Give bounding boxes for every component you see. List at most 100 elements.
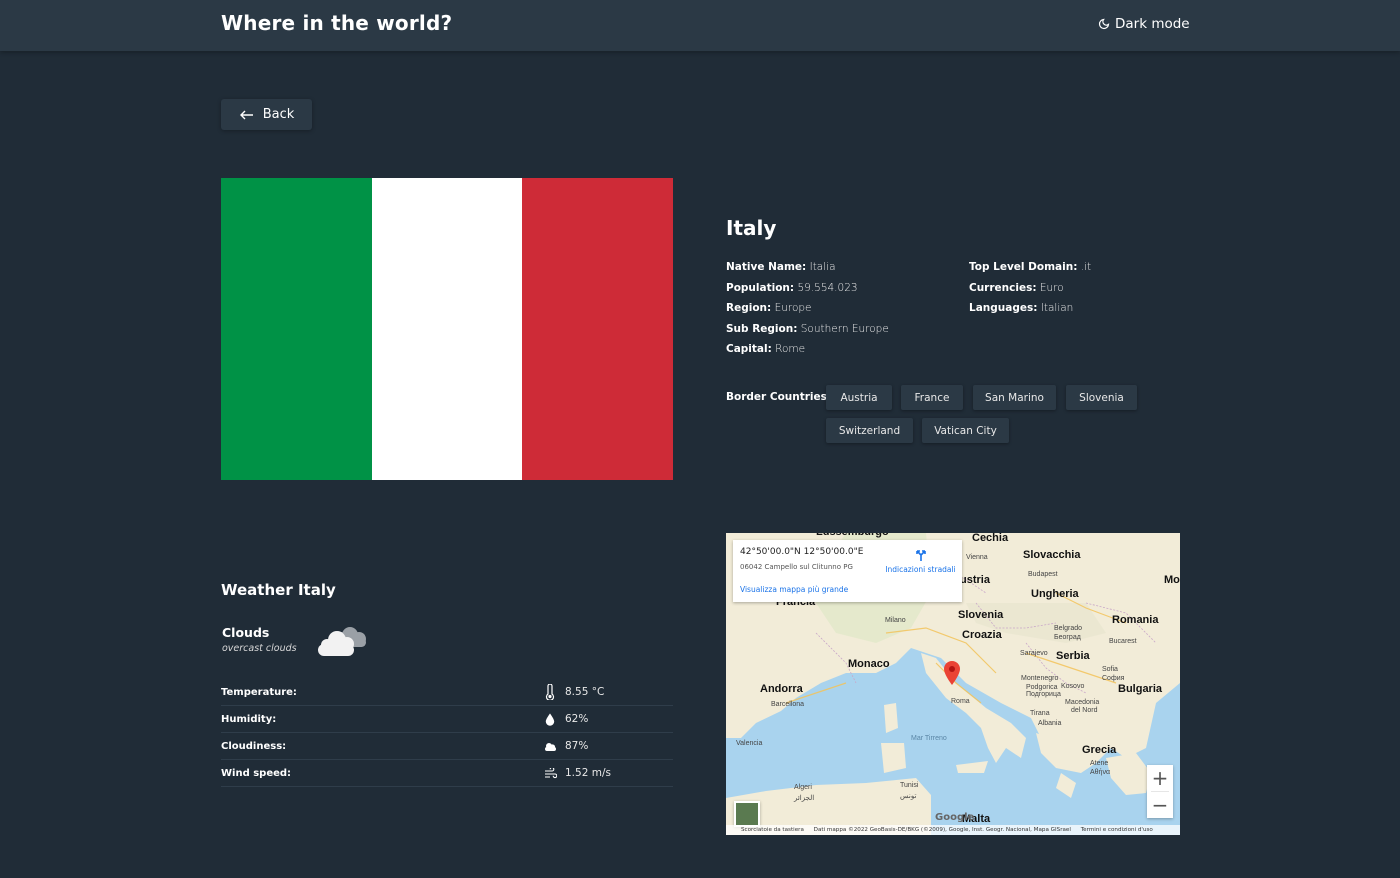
map-place-label: ustria (960, 574, 990, 586)
map-place-label: الجزائر (794, 795, 815, 802)
map-place-label: Αθήνα (1090, 769, 1111, 776)
zoom-out-button[interactable]: − (1147, 792, 1173, 818)
flag-stripe-red (522, 178, 674, 480)
map-info-window: 42°50'00.0"N 12°50'00.0"E 06042 Campello… (733, 540, 962, 602)
map-location-pin-icon[interactable] (944, 661, 960, 685)
weather-main: Clouds (222, 625, 270, 640)
flag-stripe-white (371, 178, 523, 480)
app-header: Where in the world? Dark mode (0, 0, 1400, 51)
map-place-label: Mo (1164, 574, 1180, 586)
back-button-label: Back (262, 107, 295, 122)
map-zoom-controls: + − (1147, 765, 1173, 818)
map-place-label: София (1102, 675, 1125, 682)
map-place-label: Grecia (1082, 744, 1117, 756)
weather-value: 87% (565, 740, 589, 752)
map-place-label: Mar Tirreno (911, 735, 947, 742)
map-place-label: Valencia (736, 740, 763, 747)
google-map[interactable]: Lussemburgo Cechia Vienna Slovacchia Budapes… (726, 533, 1180, 835)
dark-mode-label: Dark mode (1115, 16, 1190, 32)
map-place-label: Београд (1054, 634, 1081, 641)
map-place-label: Croazia (962, 629, 1002, 641)
country-details-left: Native Name: Italia Population: 59.554.0… (726, 257, 889, 360)
map-place-label: Slovacchia (1023, 549, 1081, 561)
map-attribution: Scorciatoie da tastiera Dati mappa ©2022… (726, 825, 1180, 835)
map-place-label: Albania (1038, 720, 1062, 727)
detail-sub-region: Sub Region: Southern Europe (726, 322, 889, 335)
border-country-button[interactable]: France (901, 385, 963, 410)
detail-native-name: Native Name: Italia (726, 261, 836, 273)
map-place-label: Bulgaria (1118, 683, 1163, 695)
map-place-label: Belgrado (1054, 625, 1083, 632)
weather-row-temperature: Temperature: 8.55 °C (221, 679, 673, 706)
map-place-label: Podgorica (1026, 684, 1058, 691)
overcast-clouds-icon (318, 627, 366, 656)
thermometer-icon (543, 684, 557, 700)
border-country-button[interactable]: Switzerland (826, 418, 913, 443)
map-type-toggle[interactable] (734, 801, 760, 827)
moon-icon (1098, 18, 1110, 30)
weather-value: 62% (565, 713, 589, 725)
map-address: 06042 Campello sul Clitunno PG (740, 563, 853, 571)
directions-link[interactable]: Indicazioni stradali (883, 548, 958, 574)
map-place-label: del Nord (1071, 707, 1098, 714)
map-place-label: Vienna (966, 554, 988, 561)
map-place-label: Kosovo (1061, 683, 1085, 690)
map-coordinates: 42°50'00.0"N 12°50'00.0"E (740, 547, 864, 557)
country-flag (221, 178, 674, 480)
detail-population: Population: 59.554.023 (726, 281, 858, 294)
flag-stripe-green (221, 178, 372, 480)
keyboard-shortcuts-link[interactable]: Scorciatoie da tastiera (741, 827, 804, 833)
map-place-label: Serbia (1056, 650, 1090, 662)
view-larger-map-link[interactable]: Visualizza mappa più grande (740, 585, 848, 594)
detail-currencies: Currencies: Euro (969, 281, 1064, 294)
weather-title: Weather Italy (221, 581, 336, 599)
border-country-button[interactable]: Slovenia (1066, 385, 1137, 410)
map-place-label: Montenegro (1021, 675, 1059, 682)
border-countries-label: Border Countries: (726, 391, 832, 403)
border-country-button[interactable]: Vatican City (922, 418, 1009, 443)
map-place-label: Sofia (1102, 666, 1118, 673)
detail-capital: Capital: Rome (726, 343, 806, 356)
map-data-credit: Dati mappa ©2022 GeoBasis-DE/BKG (©2009)… (813, 827, 1071, 833)
weather-label: Wind speed: (221, 768, 292, 779)
terms-link[interactable]: Termini e condizioni d'uso (1081, 827, 1153, 833)
country-details-right: Top Level Domain: .it Currencies: Euro L… (969, 257, 1091, 319)
map-place-label: Algeri (794, 784, 812, 791)
directions-label: Indicazioni stradali (885, 565, 956, 574)
droplet-icon (543, 711, 557, 727)
zoom-in-button[interactable]: + (1147, 765, 1173, 791)
border-country-button[interactable]: San Marino (973, 385, 1056, 410)
detail-top-level-domain: Top Level Domain: .it (969, 261, 1092, 273)
map-place-label: Slovenia (958, 609, 1004, 621)
map-place-label: Roma (951, 698, 970, 705)
map-place-label: Andorra (760, 683, 803, 695)
dark-mode-toggle[interactable]: Dark mode (1098, 16, 1190, 32)
map-place-label: Bucarest (1109, 638, 1137, 645)
weather-description: overcast clouds (222, 643, 297, 654)
map-place-label: Budapest (1028, 571, 1058, 578)
weather-value: 1.52 m/s (565, 767, 611, 779)
map-place-label: Ungheria (1031, 588, 1079, 600)
back-button[interactable]: Back (221, 99, 312, 130)
map-place-label: Monaco (848, 658, 890, 670)
map-place-label: Macedonia (1065, 699, 1100, 706)
weather-row-cloudiness: Cloudiness: 87% (221, 733, 673, 760)
map-place-label: Romania (1112, 614, 1159, 626)
weather-value: 8.55 °C (565, 686, 605, 698)
map-place-label: Sarajevo (1020, 650, 1048, 657)
map-place-label: Подгорица (1026, 691, 1061, 698)
arrow-left-icon (239, 110, 253, 119)
map-place-label: Cechia (972, 533, 1009, 544)
directions-icon (915, 550, 926, 561)
weather-row-wind-speed: Wind speed: 1.52 m/s (221, 760, 673, 787)
app-title: Where in the world? (221, 11, 453, 35)
map-place-label: تونس (900, 793, 917, 800)
weather-label: Temperature: (221, 687, 297, 698)
border-country-button[interactable]: Austria (826, 385, 892, 410)
weather-row-humidity: Humidity: 62% (221, 706, 673, 733)
map-place-label: Atene (1090, 760, 1109, 767)
weather-label: Humidity: (221, 714, 277, 725)
map-place-label: Milano (885, 617, 906, 624)
wind-icon (543, 765, 557, 781)
google-logo: Google (935, 812, 975, 823)
